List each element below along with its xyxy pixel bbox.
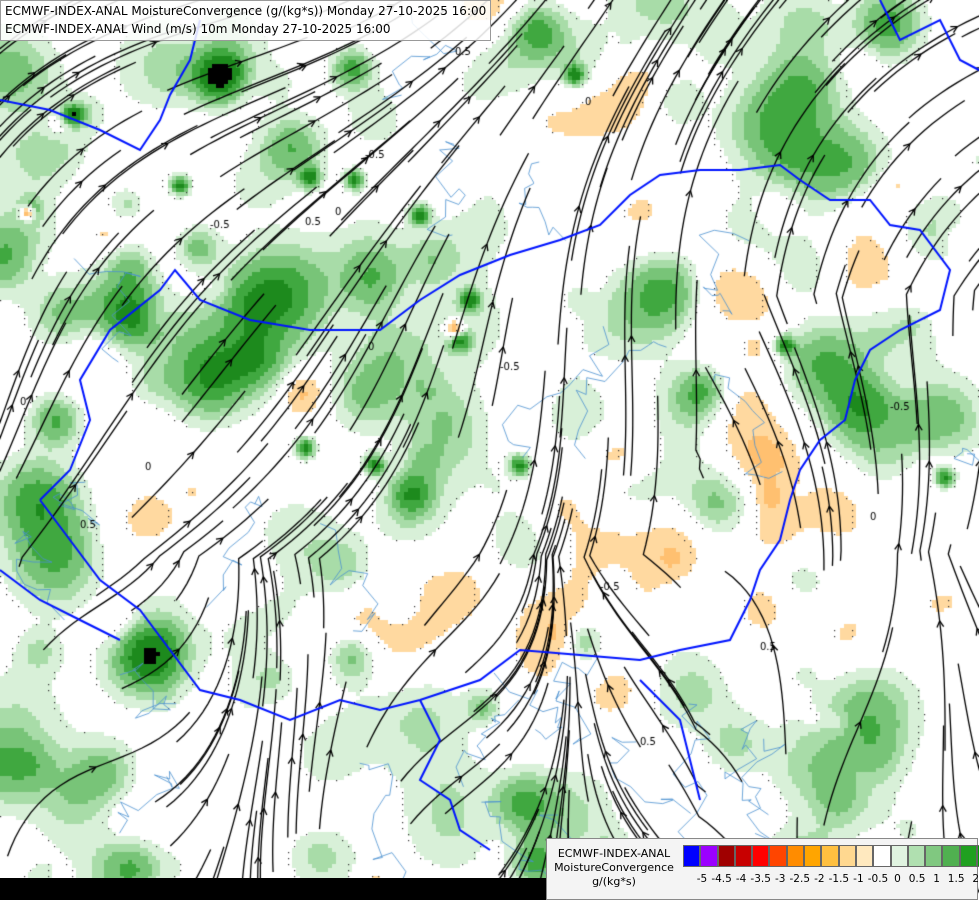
legend-tick-label: 1.5 <box>947 873 965 885</box>
legend-swatches <box>683 845 979 867</box>
legend-tick-label: -1 <box>853 873 864 885</box>
legend-swatch <box>855 845 874 867</box>
legend-tick-label: -1.5 <box>828 873 850 885</box>
title-wind: ECMWF-INDEX-ANAL Wind (m/s) 10m Monday 2… <box>5 22 391 36</box>
legend-swatch <box>890 845 908 867</box>
legend-tick-label: 1 <box>933 873 940 885</box>
legend-swatch <box>925 845 943 867</box>
legend-line-2: MoistureConvergence <box>554 861 674 874</box>
legend-tick-label: 2 <box>972 873 979 885</box>
legend-tick-labels: -5 -4.5 -4 -3.5 -3 -2.5 -2 -1.5 -1 -0.5 0 0.5 1 1.5 2 <box>683 873 979 889</box>
legend-swatch <box>838 845 856 867</box>
color-legend: ECMWF-INDEX-ANAL MoistureConvergence g/(… <box>546 838 979 900</box>
legend-tick-label: -2.5 <box>789 873 811 885</box>
legend-line-1: ECMWF-INDEX-ANAL <box>557 847 671 860</box>
legend-tick-label: -4 <box>735 873 747 885</box>
map-title: ECMWF-INDEX-ANAL MoistureConvergence (g/… <box>0 0 492 41</box>
legend-tick-label: -4.5 <box>711 873 732 885</box>
legend-tick-label: -3.5 <box>750 873 771 885</box>
legend-swatch <box>752 845 770 867</box>
legend-swatch <box>769 845 787 867</box>
legend-tick-label: -0.5 <box>867 873 889 885</box>
legend-swatch <box>821 845 839 867</box>
legend-swatch <box>786 845 805 867</box>
legend-tick-label: -3 <box>774 873 786 885</box>
legend-swatch <box>804 845 822 867</box>
legend-swatch <box>942 845 960 867</box>
legend-swatch <box>907 845 926 867</box>
bottom-bar <box>0 878 546 900</box>
legend-tick-label: -5 <box>696 873 708 885</box>
legend-swatch <box>959 845 978 867</box>
legend-swatch <box>717 845 735 867</box>
legend-swatch <box>734 845 753 867</box>
legend-swatch <box>700 845 718 867</box>
title-moisture-convergence: ECMWF-INDEX-ANAL MoistureConvergence (g/… <box>5 4 487 18</box>
moisture-convergence-map <box>0 0 979 900</box>
legend-tick-label: 0.5 <box>908 873 926 885</box>
legend-tick-label: 0 <box>894 873 901 885</box>
legend-swatch <box>683 845 701 867</box>
legend-title: ECMWF-INDEX-ANAL MoistureConvergence g/(… <box>547 839 681 899</box>
legend-line-3: g/(kg*s) <box>592 875 636 888</box>
legend-tick-label: -2 <box>814 873 825 885</box>
legend-swatch <box>873 845 891 867</box>
